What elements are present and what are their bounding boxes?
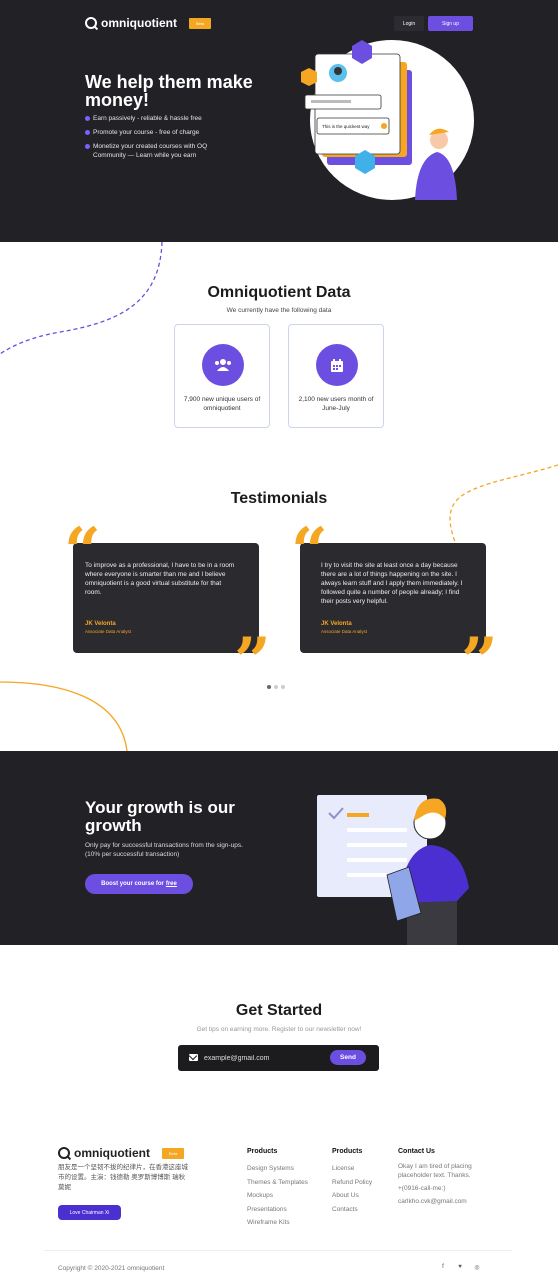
- contact-text: Okay I am tired of placing placeholder t…: [398, 1163, 472, 1179]
- logo-mark-icon: [58, 1147, 70, 1159]
- beta-badge: Beta: [161, 1147, 185, 1159]
- stat-text: 2,100 new users month of June-July: [298, 396, 374, 412]
- stat-card: 2,100 new users month of June-July: [288, 324, 384, 428]
- login-button[interactable]: Login: [394, 16, 424, 31]
- footer-column-title: Contact Us: [398, 1148, 435, 1155]
- mail-icon: [189, 1054, 198, 1061]
- bubble-text: This is the quickest way: [322, 124, 370, 129]
- growth-illustration: [317, 795, 469, 945]
- signup-button[interactable]: Sign up: [428, 16, 473, 31]
- calendar-icon: [316, 344, 358, 386]
- boost-course-button[interactable]: Boost your course for free: [85, 874, 193, 894]
- brand-name: omniquotient: [74, 1146, 150, 1160]
- beta-badge: Beta: [188, 17, 212, 29]
- testimonial-name: JK Velonta: [321, 621, 352, 627]
- hero-section: omniquotient Beta Login Sign up We help …: [0, 0, 558, 242]
- footer-column-title: Products: [247, 1148, 278, 1155]
- newsletter-form: Send: [178, 1045, 379, 1071]
- copyright-text: Copyright © 2020-2021 omniquotient: [58, 1265, 165, 1272]
- footer-contact-column: Contact Us Okay I am tired of placing pl…: [398, 1148, 488, 1210]
- footer-column-title: Products: [332, 1148, 363, 1155]
- footer-link[interactable]: Themes & Templates: [247, 1176, 308, 1190]
- facebook-icon[interactable]: f: [440, 1264, 446, 1271]
- get-started-subtitle: Get tips on earning more. Register to ou…: [196, 1026, 362, 1033]
- users-icon: [202, 344, 244, 386]
- boost-button-free: free: [165, 881, 177, 887]
- testimonial-name: JK Velonta: [85, 621, 116, 627]
- hero-bullet: Earn passively - reliable & hassle free: [85, 114, 235, 123]
- growth-subtitle: Only pay for successful transactions fro…: [85, 842, 243, 858]
- carousel-dot[interactable]: [267, 685, 271, 689]
- carousel-dots: [267, 685, 285, 689]
- boost-button-label: Boost your course for: [101, 881, 164, 887]
- footer-description: 朋友是一个坚韧不拔的纪律片，在香港这座城市的设置。主演：钱德勒 奥罗斯博博斯 瑞…: [58, 1164, 188, 1191]
- data-section-title: Omniquotient Data: [207, 284, 351, 301]
- brand-name: omniquotient: [101, 16, 177, 30]
- footer-link[interactable]: License: [332, 1162, 372, 1176]
- hero-bullet: Monetize your created courses with OQ Co…: [85, 142, 235, 160]
- logo-mark-icon: [85, 17, 97, 29]
- contact-email[interactable]: carlkho.cvk@gmail.com: [398, 1197, 488, 1206]
- footer-link[interactable]: Presentations: [247, 1203, 308, 1217]
- open-quote-icon: “: [291, 514, 328, 589]
- testimonial-role: Associate Data Analyst: [321, 629, 368, 634]
- testimonial-quote: I try to visit the site at least once a …: [321, 562, 463, 605]
- brand-logo[interactable]: omniquotient Beta: [85, 16, 212, 30]
- carousel-dot[interactable]: [281, 685, 285, 689]
- instagram-icon[interactable]: ◎: [474, 1264, 480, 1271]
- testimonial-role: Associate Data Analyst: [85, 629, 132, 634]
- testimonials-title: Testimonials: [230, 490, 328, 507]
- hero-bullet: Promote your course - free of charge: [85, 128, 235, 137]
- data-section-subtitle: We currently have the following data: [226, 307, 332, 314]
- footer-link[interactable]: Design Systems: [247, 1162, 308, 1176]
- footer-cta-button[interactable]: Love Chairman Xi: [58, 1205, 121, 1220]
- footer-link[interactable]: Wireframe Kits: [247, 1216, 308, 1230]
- social-links: f ♥ ◎: [440, 1264, 480, 1271]
- open-quote-icon: “: [64, 514, 101, 589]
- hero-illustration: This is the quickest way: [301, 40, 474, 200]
- stat-text: 7,900 new unique users of omniquotient: [183, 396, 261, 412]
- footer-link[interactable]: About Us: [332, 1189, 372, 1203]
- footer-logo[interactable]: omniquotient Beta: [58, 1146, 185, 1160]
- stat-card: 7,900 new unique users of omniquotient: [174, 324, 270, 428]
- close-quote-icon: ”: [234, 624, 271, 699]
- footer-link[interactable]: Mockups: [247, 1189, 308, 1203]
- footer-link[interactable]: Refund Policy: [332, 1176, 372, 1190]
- growth-title: Your growth is our growth: [85, 798, 235, 835]
- email-input[interactable]: [204, 1052, 324, 1064]
- testimonial-card: To improve as a professional, I have to …: [73, 543, 259, 653]
- testimonial-card: I try to visit the site at least once a …: [300, 543, 486, 653]
- close-quote-icon: ”: [461, 624, 498, 699]
- hero-bullet-list: Earn passively - reliable & hassle free …: [85, 114, 235, 165]
- footer-products-column: Products Design Systems Themes & Templat…: [247, 1148, 308, 1230]
- twitter-icon[interactable]: ♥: [457, 1264, 463, 1271]
- footer-link[interactable]: Contacts: [332, 1203, 372, 1217]
- growth-section: Your growth is our growth Only pay for s…: [0, 751, 558, 945]
- get-started-title: Get Started: [235, 1002, 323, 1019]
- testimonial-quote: To improve as a professional, I have to …: [85, 562, 235, 596]
- carousel-dot[interactable]: [274, 685, 278, 689]
- contact-phone[interactable]: +(0916-call-me:): [398, 1184, 488, 1193]
- footer-divider: [44, 1250, 512, 1251]
- send-button[interactable]: Send: [330, 1050, 366, 1065]
- footer-products-column-2: Products License Refund Policy About Us …: [332, 1148, 372, 1216]
- hero-title: We help them make money!: [85, 72, 253, 110]
